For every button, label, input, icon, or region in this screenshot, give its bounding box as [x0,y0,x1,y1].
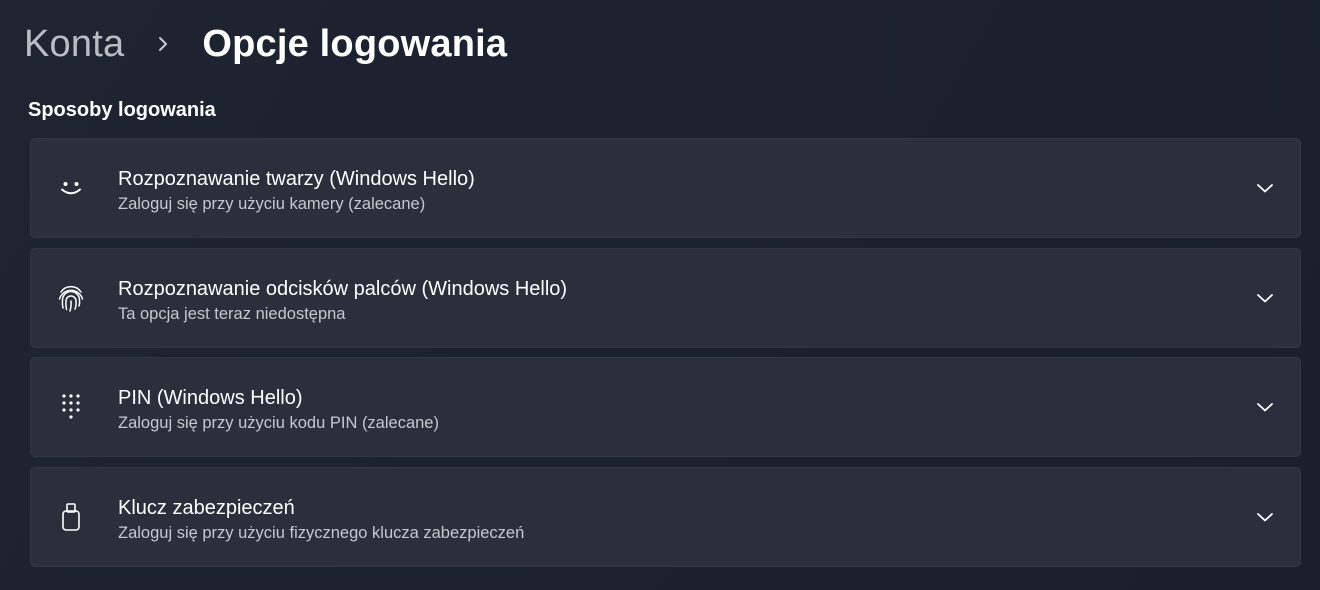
option-face-recognition[interactable]: Rozpoznawanie twarzy (Windows Hello) Zal… [30,138,1301,238]
section-title: Sposoby logowania [28,99,216,121]
option-subtitle: Zaloguj się przy użyciu fizycznego klucz… [118,524,525,542]
face-smile-icon [55,172,87,204]
breadcrumb-parent-link[interactable]: Konta [24,23,124,66]
option-title: Rozpoznawanie odcisków palców (Windows H… [118,278,568,300]
pin-keypad-icon [55,391,87,423]
chevron-down-icon[interactable] [1254,287,1276,309]
page-title: Opcje logowania [202,22,508,65]
chevron-down-icon[interactable] [1254,177,1276,199]
security-key-icon [55,501,87,533]
chevron-right-icon [146,18,180,70]
option-subtitle: Zaloguj się przy użyciu kamery (zalecane… [118,195,426,213]
option-subtitle: Ta opcja jest teraz niedostępna [118,305,346,323]
chevron-down-icon[interactable] [1254,506,1276,528]
option-pin[interactable]: PIN (Windows Hello) Zaloguj się przy uży… [30,357,1301,457]
option-title: PIN (Windows Hello) [118,387,303,409]
breadcrumb: Konta Opcje logowania [24,18,507,70]
option-title: Rozpoznawanie twarzy (Windows Hello) [118,168,475,190]
option-fingerprint[interactable]: Rozpoznawanie odcisków palców (Windows H… [30,248,1301,348]
option-title: Klucz zabezpieczeń [118,497,295,519]
option-security-key[interactable]: Klucz zabezpieczeń Zaloguj się przy użyc… [30,467,1301,567]
fingerprint-icon [55,282,87,314]
option-subtitle: Zaloguj się przy użyciu kodu PIN (zaleca… [118,414,439,432]
chevron-down-icon[interactable] [1254,396,1276,418]
